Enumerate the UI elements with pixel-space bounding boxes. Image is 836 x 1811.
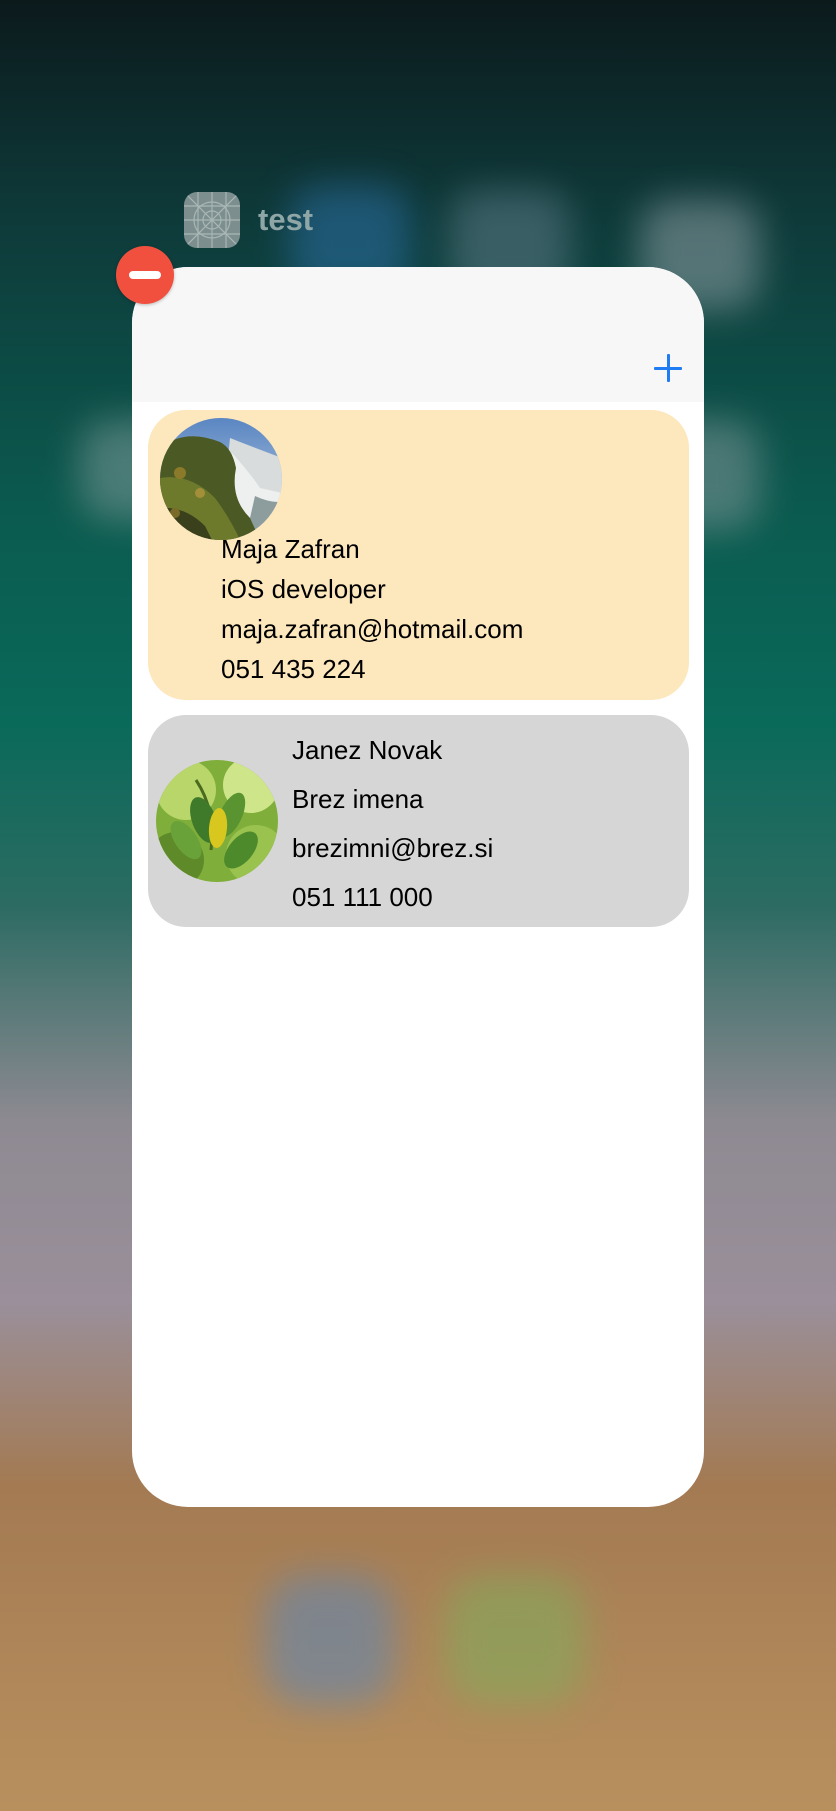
avatar [160, 418, 282, 540]
app-blueprint-icon [184, 192, 240, 248]
blurred-dock-icon [445, 1575, 585, 1705]
minus-icon[interactable] [116, 246, 174, 304]
contact-title: iOS developer [221, 574, 386, 604]
contact-name: Janez Novak [292, 735, 443, 765]
contact-email: brezimni@brez.si [292, 833, 494, 863]
waterfall-photo-icon [160, 418, 282, 540]
avatar [156, 760, 278, 882]
plus-icon[interactable] [654, 354, 682, 382]
app-switcher-header: test [184, 192, 313, 248]
blurred-dock-icon [265, 1575, 395, 1705]
navigation-bar [132, 267, 704, 402]
contact-title: Brez imena [292, 784, 424, 814]
app-name-label: test [258, 202, 314, 237]
contact-phone: 051 435 224 [221, 654, 366, 684]
contact-email: maja.zafran@hotmail.com [221, 614, 524, 644]
app-card[interactable]: Maja Zafran iOS developer maja.zafran@ho… [132, 267, 704, 1507]
contact-phone: 051 111 000 [292, 882, 433, 912]
leaves-photo-icon [156, 760, 278, 882]
contact-name: Maja Zafran [221, 534, 360, 564]
contact-row[interactable]: Maja Zafran iOS developer maja.zafran@ho… [148, 410, 689, 700]
contact-row[interactable]: Janez Novak Brez imena brezimni@brez.si … [148, 715, 689, 927]
